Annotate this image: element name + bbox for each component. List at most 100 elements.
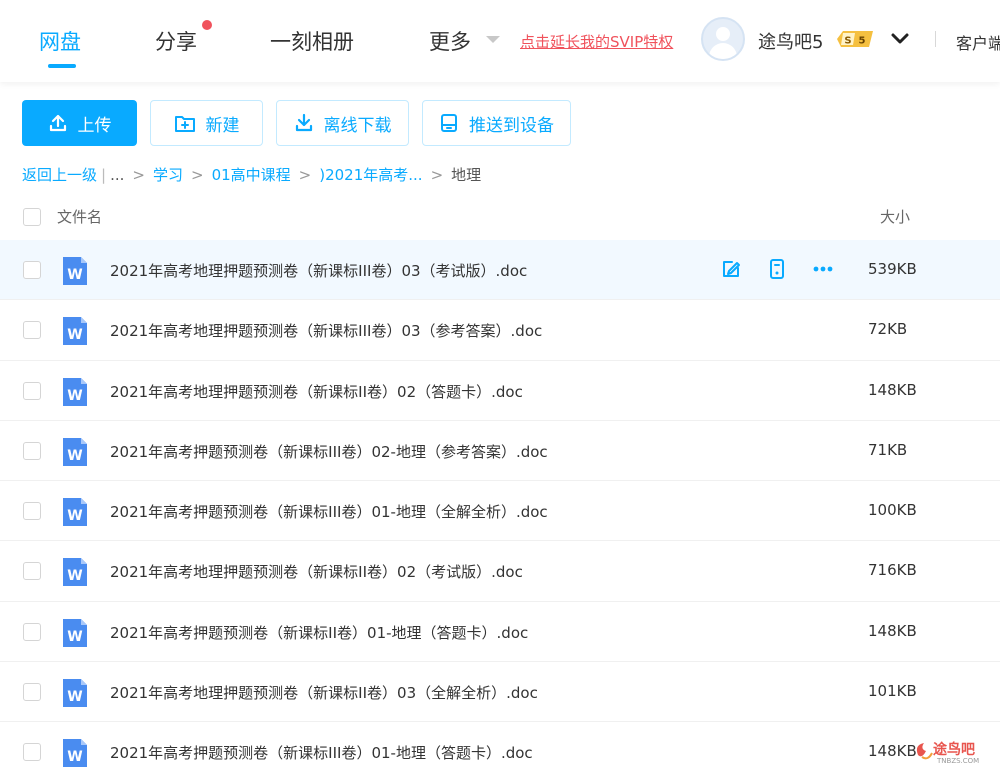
username[interactable]: 途鸟吧5	[758, 28, 823, 54]
file-size: 716KB	[868, 561, 917, 580]
caret-down-icon[interactable]	[486, 36, 500, 43]
word-doc-icon: W	[61, 496, 89, 528]
new-folder-icon	[174, 116, 195, 132]
breadcrumb-current: 地理	[451, 166, 482, 184]
file-size: 100KB	[868, 501, 917, 520]
file-name[interactable]: 2021年高考地理押题预测卷（新课标II卷）02（答题卡）.doc	[110, 381, 523, 402]
breadcrumb-ellipsis[interactable]: ...	[110, 166, 124, 184]
send-to-phone-icon[interactable]	[766, 258, 788, 280]
file-size: 72KB	[868, 320, 908, 339]
nav-tab-album[interactable]: 一刻相册	[270, 26, 354, 56]
offline-download-button[interactable]: 离线下载	[276, 100, 409, 146]
upload-icon	[49, 114, 66, 132]
row-checkbox[interactable]	[23, 441, 41, 460]
breadcrumb-separator: >	[132, 165, 145, 184]
file-row[interactable]: W 2021年高考押题预测卷（新课标III卷）01-地理（答题卡）.doc 148…	[0, 722, 1000, 771]
breadcrumb: 返回上一级 | ... > 学习 > 01高中课程 > )2021年高考... …	[22, 164, 481, 185]
breadcrumb-item-highschool[interactable]: 01高中课程	[212, 164, 291, 185]
breadcrumb-separator: >	[430, 165, 444, 184]
svip-level-badge: S 5	[837, 31, 873, 47]
active-tab-indicator	[48, 64, 76, 68]
file-name[interactable]: 2021年高考押题预测卷（新课标III卷）01-地理（全解全析）.doc	[110, 501, 548, 522]
file-name[interactable]: 2021年高考地理押题预测卷（新课标III卷）03（参考答案）.doc	[110, 320, 542, 341]
nav-tab-more[interactable]: 更多	[429, 26, 471, 56]
word-doc-icon: W	[61, 315, 89, 347]
row-checkbox[interactable]	[23, 321, 41, 340]
file-name[interactable]: 2021年高考押题预测卷（新课标II卷）01-地理（答题卡）.doc	[110, 622, 528, 643]
row-checkbox[interactable]	[23, 261, 41, 279]
file-size: 539KB	[868, 260, 917, 278]
row-checkbox[interactable]	[23, 622, 41, 641]
row-checkbox[interactable]	[23, 381, 41, 400]
watermark-subtext: TNBZS.COM	[937, 757, 980, 765]
column-header-name[interactable]: 文件名	[57, 206, 102, 227]
file-name[interactable]: 2021年高考地理押题预测卷（新课标III卷）03（考试版）.doc	[110, 260, 527, 281]
row-checkbox[interactable]	[23, 502, 41, 521]
svg-text:W: W	[67, 689, 82, 705]
client-download-link[interactable]: 客户端	[956, 30, 1000, 54]
rename-icon[interactable]	[720, 258, 742, 280]
word-doc-icon: W	[61, 737, 89, 769]
file-row[interactable]: W 2021年高考地理押题预测卷（新课标III卷）03（参考答案）.doc 72K…	[0, 300, 1000, 361]
file-name[interactable]: 2021年高考地理押题预测卷（新课标II卷）02（考试版）.doc	[110, 561, 523, 582]
new-folder-label: 新建	[205, 115, 240, 136]
svg-text:W: W	[67, 267, 82, 283]
word-doc-icon: W	[61, 376, 89, 408]
chevron-down-icon[interactable]	[890, 28, 910, 48]
file-size: 101KB	[868, 682, 917, 701]
svg-text:W: W	[67, 327, 82, 343]
svg-text:W: W	[67, 508, 82, 524]
badge-level: 5	[859, 36, 866, 47]
notification-dot	[202, 20, 212, 30]
word-doc-icon: W	[61, 617, 89, 649]
push-to-device-button[interactable]: 推送到设备	[422, 100, 571, 146]
breadcrumb-item-study[interactable]: 学习	[153, 164, 183, 185]
breadcrumb-back[interactable]: 返回上一级	[22, 164, 97, 185]
top-nav: 网盘 分享 一刻相册 更多 点击延长我的SVIP特权 途鸟吧5 S 5 客户端	[0, 0, 1000, 82]
row-checkbox[interactable]	[23, 743, 41, 762]
file-row[interactable]: W 2021年高考地理押题预测卷（新课标II卷）03（全解全析）.doc 101K…	[0, 662, 1000, 723]
file-size: 148KB	[868, 742, 917, 761]
breadcrumb-separator: >	[298, 165, 312, 184]
file-size: 71KB	[868, 440, 908, 459]
file-name[interactable]: 2021年高考地理押题预测卷（新课标II卷）03（全解全析）.doc	[110, 682, 538, 703]
svg-text:W: W	[67, 629, 82, 645]
push-to-device-label: 推送到设备	[469, 115, 554, 136]
avatar[interactable]	[701, 17, 745, 61]
file-size: 148KB	[868, 621, 917, 640]
row-checkbox[interactable]	[23, 562, 41, 581]
svip-renew-link[interactable]: 点击延长我的SVIP特权	[520, 31, 673, 52]
watermark-text: 途鸟吧	[933, 742, 975, 758]
breadcrumb-separator: >	[190, 165, 204, 184]
file-row[interactable]: W 2021年高考押题预测卷（新课标II卷）01-地理（答题卡）.doc 148K…	[0, 602, 1000, 663]
file-size: 148KB	[868, 380, 917, 399]
new-folder-button[interactable]: 新建	[150, 100, 263, 146]
file-row[interactable]: W 2021年高考押题预测卷（新课标III卷）01-地理（全解全析）.doc 10…	[0, 481, 1000, 542]
file-name[interactable]: 2021年高考押题预测卷（新课标III卷）02-地理（参考答案）.doc	[110, 441, 548, 462]
nav-tab-share[interactable]: 分享	[155, 26, 197, 56]
row-actions	[720, 258, 834, 280]
file-row[interactable]: W 2021年高考地理押题预测卷（新课标II卷）02（答题卡）.doc 148KB	[0, 361, 1000, 421]
breadcrumb-item-2021[interactable]: )2021年高考...	[319, 164, 422, 185]
svg-text:W: W	[67, 568, 82, 584]
row-checkbox[interactable]	[23, 683, 41, 702]
column-header-size[interactable]: 大小	[880, 206, 910, 227]
more-options-icon[interactable]	[812, 258, 834, 280]
breadcrumb-divider: |	[101, 165, 107, 184]
file-name[interactable]: 2021年高考押题预测卷（新课标III卷）01-地理（答题卡）.doc	[110, 742, 533, 763]
svg-text:S: S	[844, 36, 851, 47]
word-doc-icon: W	[61, 556, 89, 588]
file-row[interactable]: W 2021年高考押题预测卷（新课标III卷）02-地理（参考答案）.doc 71…	[0, 421, 1000, 482]
file-row[interactable]: W 2021年高考地理押题预测卷（新课标III卷）03（考试版）.doc 539K…	[0, 240, 1000, 301]
nav-tab-netdisk[interactable]: 网盘	[39, 26, 81, 56]
file-row[interactable]: W 2021年高考地理押题预测卷（新课标II卷）02（考试版）.doc 716KB	[0, 541, 1000, 602]
download-icon	[295, 113, 312, 132]
select-all-checkbox[interactable]	[23, 208, 41, 226]
svg-text:W: W	[67, 448, 82, 464]
upload-label: 上传	[77, 115, 112, 136]
upload-button[interactable]: 上传	[22, 100, 137, 146]
word-doc-icon: W	[61, 677, 89, 709]
svg-text:W: W	[67, 749, 82, 765]
file-list-header: 文件名 大小	[0, 196, 1000, 238]
svg-text:W: W	[67, 388, 82, 404]
